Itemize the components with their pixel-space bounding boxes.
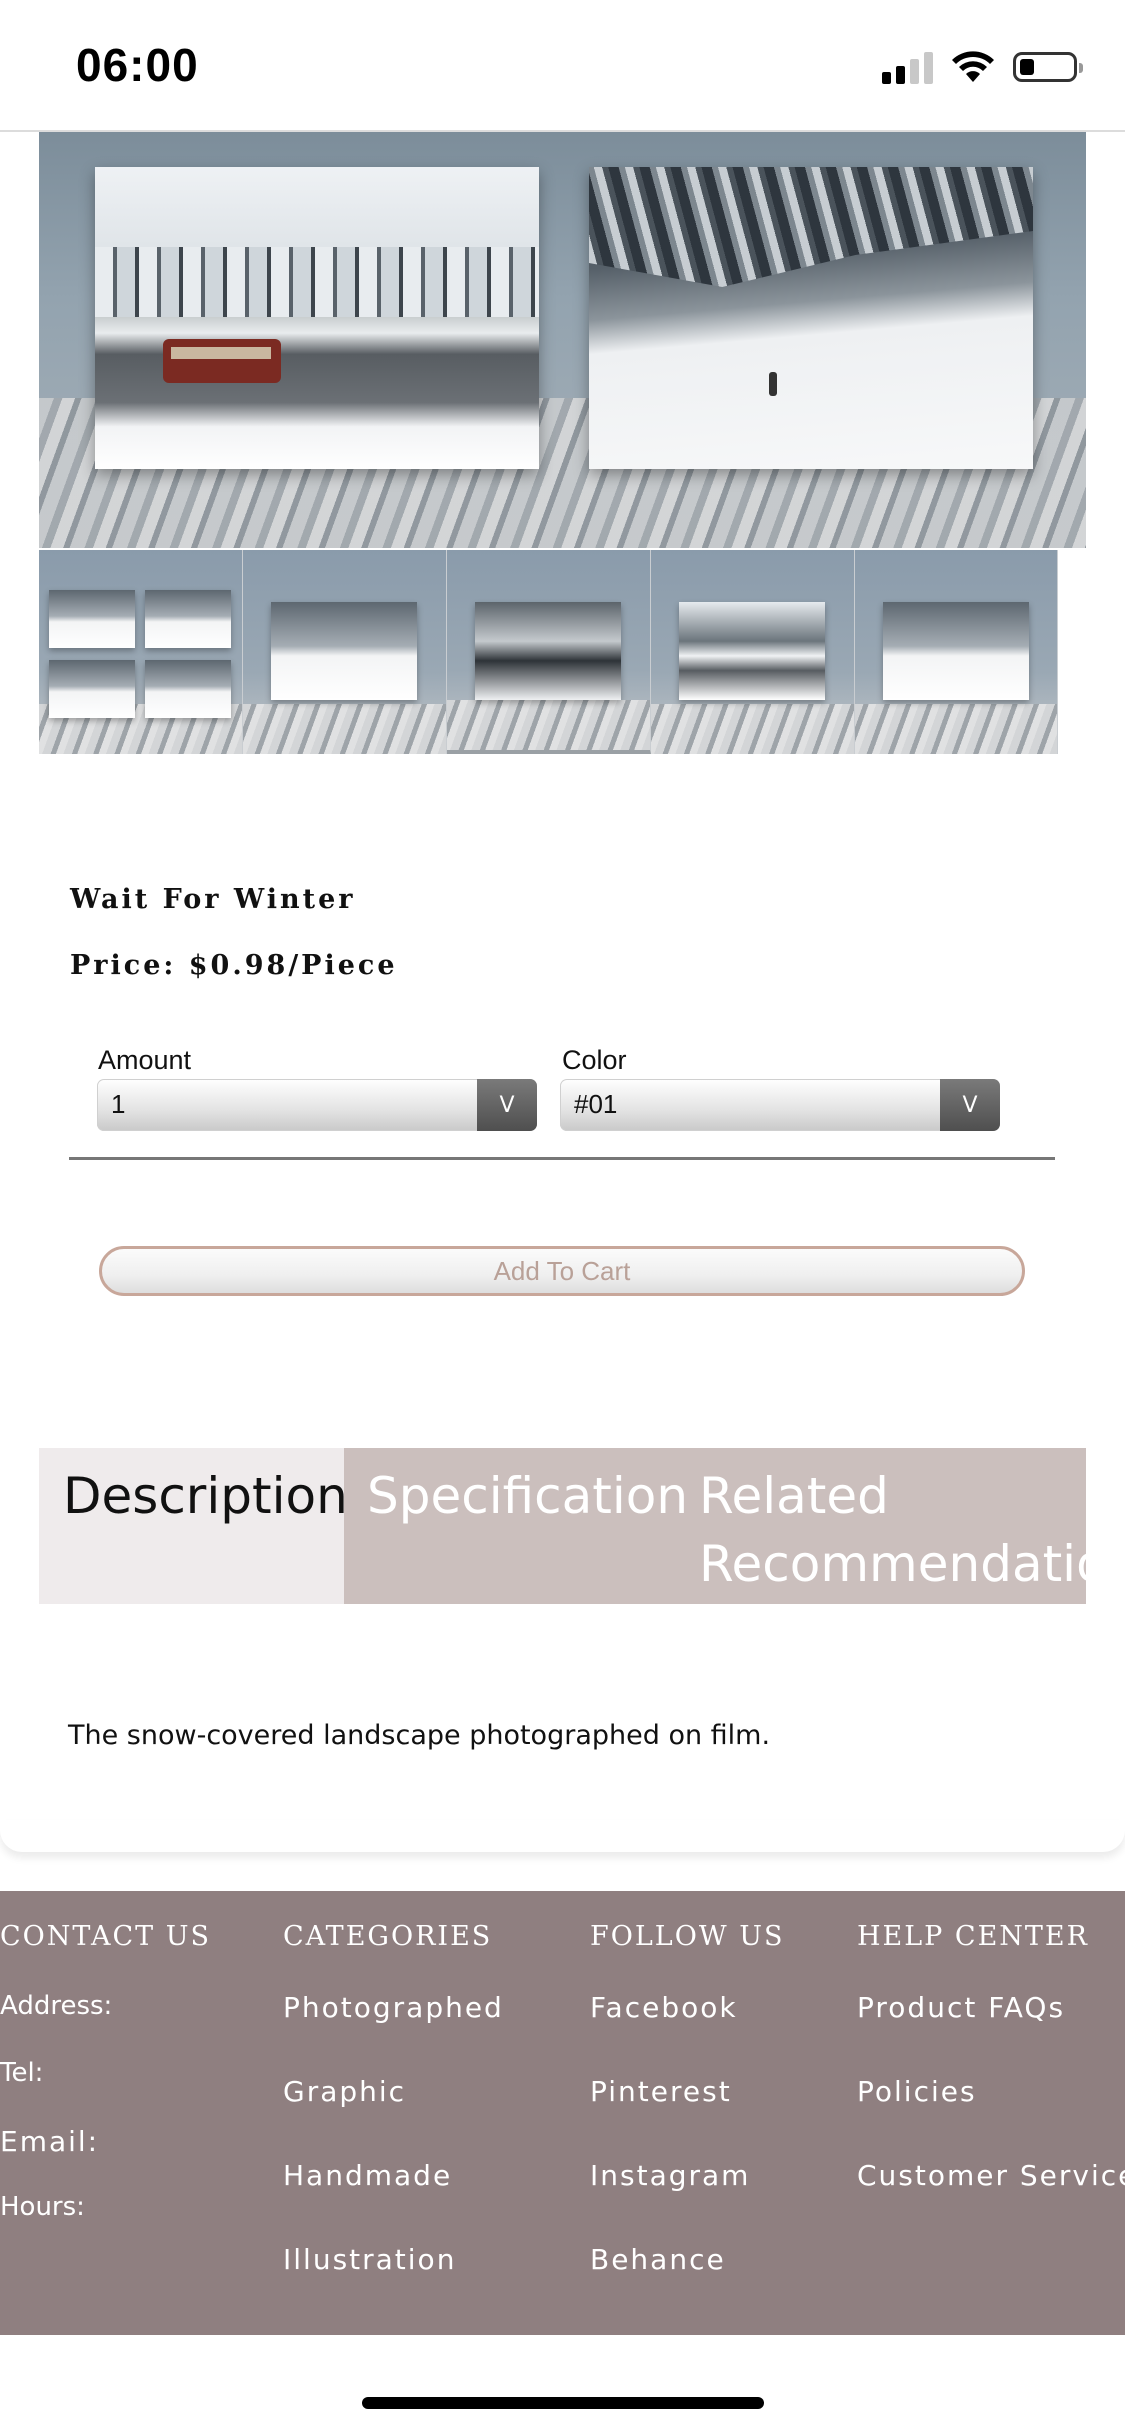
footer-link-product-faqs[interactable]: Product FAQs bbox=[857, 1991, 1125, 2075]
description-text: The snow-covered landscape photographed … bbox=[68, 1720, 771, 1751]
footer-link-behance[interactable]: Behance bbox=[590, 2243, 784, 2327]
footer-heading-follow: FOLLOW US bbox=[590, 1921, 785, 1952]
footer-tel: Tel: bbox=[0, 2058, 44, 2088]
footer-link-customer-service[interactable]: Customer Service bbox=[857, 2159, 1125, 2243]
footer-link-graphic[interactable]: Graphic bbox=[283, 2075, 504, 2159]
footer-link-pinterest[interactable]: Pinterest bbox=[590, 2075, 784, 2159]
status-icons bbox=[882, 50, 1083, 84]
add-to-cart-button[interactable]: Add To Cart bbox=[99, 1246, 1025, 1296]
snow-field-photo bbox=[589, 167, 1033, 469]
thumbnail-strip bbox=[39, 550, 1058, 754]
snow-bus-photo bbox=[95, 167, 539, 469]
amount-value: 1 bbox=[111, 1089, 126, 1119]
cellular-signal-icon bbox=[882, 50, 933, 84]
footer-link-illustration[interactable]: Illustration bbox=[283, 2243, 504, 2327]
product-tabs: Description Specification Related Recomm… bbox=[39, 1448, 1086, 1604]
amount-select[interactable]: 1 V bbox=[97, 1079, 537, 1131]
thumbnail-5[interactable] bbox=[855, 550, 1058, 754]
footer-heading-categories: CATEGORIES bbox=[283, 1921, 493, 1952]
footer-link-photographed[interactable]: Photographed bbox=[283, 1991, 504, 2075]
divider bbox=[69, 1157, 1055, 1160]
color-value: #01 bbox=[574, 1089, 618, 1119]
footer-link-facebook[interactable]: Facebook bbox=[590, 1991, 784, 2075]
footer-link-instagram[interactable]: Instagram bbox=[590, 2159, 784, 2243]
tab-specification[interactable]: Specification bbox=[344, 1448, 688, 1604]
product-hero-image[interactable] bbox=[39, 132, 1086, 548]
footer-follow-column: FOLLOW US Facebook Pinterest Instagram B… bbox=[590, 1921, 784, 2327]
footer-contact-column: CONTACT US Address: Tel: Email: Hours: bbox=[0, 1921, 211, 2259]
footer-categories-column: CATEGORIES Photographed Graphic Handmade… bbox=[283, 1921, 504, 2327]
wifi-icon bbox=[952, 51, 994, 82]
thumbnail-2[interactable] bbox=[243, 550, 447, 754]
footer-link-handmade[interactable]: Handmade bbox=[283, 2159, 504, 2243]
footer: CONTACT US Address: Tel: Email: Hours: C… bbox=[0, 1891, 1125, 2335]
tab-related-line1: Related bbox=[699, 1467, 889, 1525]
footer-help-column: HELP CENTER Product FAQs Policies Custom… bbox=[857, 1921, 1125, 2243]
color-label: Color bbox=[562, 1045, 627, 1075]
tab-description[interactable]: Description bbox=[39, 1448, 348, 1604]
footer-address: Address: bbox=[0, 1991, 113, 2021]
product-title: Wait For Winter bbox=[70, 884, 356, 915]
footer-hours: Hours: bbox=[0, 2192, 85, 2222]
chevron-down-icon[interactable]: V bbox=[477, 1079, 537, 1131]
footer-heading-contact: CONTACT US bbox=[0, 1921, 211, 1952]
tab-related-line2: Recommendation bbox=[699, 1535, 1086, 1593]
footer-email: Email: bbox=[0, 2125, 100, 2158]
footer-link-policies[interactable]: Policies bbox=[857, 2075, 1125, 2159]
chevron-down-icon[interactable]: V bbox=[940, 1079, 1000, 1131]
status-time: 06:00 bbox=[76, 39, 199, 91]
thumbnail-3[interactable] bbox=[447, 550, 651, 754]
product-price: Price: $0.98/Piece bbox=[70, 950, 398, 981]
battery-icon bbox=[1013, 52, 1083, 82]
color-select[interactable]: #01 V bbox=[560, 1079, 1000, 1131]
thumbnail-4[interactable] bbox=[651, 550, 855, 754]
home-indicator[interactable] bbox=[362, 2397, 764, 2409]
status-bar: 06:00 bbox=[0, 0, 1125, 132]
amount-label: Amount bbox=[98, 1045, 192, 1075]
thumbnail-1[interactable] bbox=[39, 550, 243, 754]
content-sheet-edge bbox=[0, 1820, 1125, 1852]
footer-heading-help: HELP CENTER bbox=[857, 1921, 1089, 1952]
tab-related-recommendation[interactable]: Related Recommendation bbox=[674, 1448, 1086, 1604]
